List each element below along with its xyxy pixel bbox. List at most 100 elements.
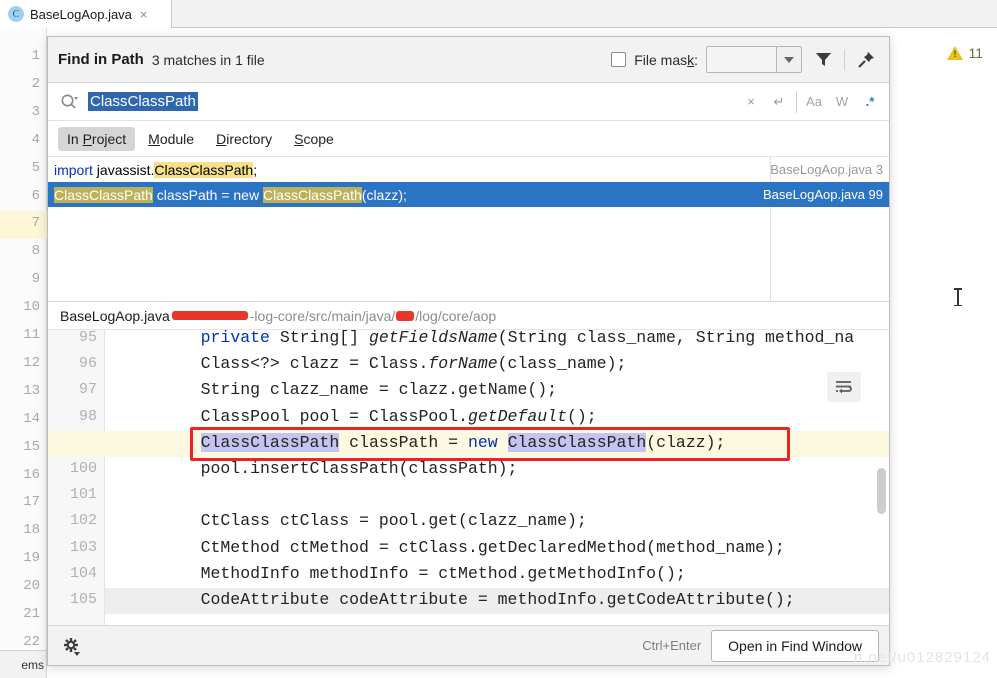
- pin-icon[interactable]: [853, 47, 879, 73]
- match-case-icon[interactable]: Aa: [803, 94, 825, 109]
- editor-line-number: 21: [23, 606, 40, 622]
- preview-line-number: 104: [69, 564, 97, 582]
- shortcut-hint: Ctrl+Enter: [642, 638, 702, 653]
- preview-line-number: 101: [69, 486, 97, 504]
- editor-line-number: 9: [31, 271, 40, 288]
- search-row: ClassClassPath × ↵ Aa W .*: [48, 83, 889, 121]
- editor-line-number: 17: [23, 494, 40, 511]
- search-input[interactable]: ClassClassPath: [88, 92, 198, 111]
- chevron-down-icon[interactable]: [776, 46, 802, 73]
- results-list[interactable]: import javassist.ClassClassPath; BaseLogA…: [48, 157, 889, 302]
- editor-line-number: 7: [31, 215, 40, 232]
- watermark: n.net/u012829124: [854, 649, 991, 666]
- editor-line-number: 1: [31, 48, 40, 64]
- gear-icon[interactable]: [58, 633, 84, 659]
- editor-line-number: 13: [23, 382, 40, 399]
- warning-count: 11: [968, 45, 983, 61]
- preview-scrollbar[interactable]: [877, 468, 886, 514]
- result-file-label: BaseLogAop.java 99: [763, 187, 883, 202]
- code-line: Class<?> clazz = Class.forName(class_nam…: [161, 354, 627, 374]
- editor-tab-baselogaop[interactable]: C BaseLogAop.java ×: [0, 0, 172, 28]
- dialog-footer: Ctrl+Enter Open in Find Window: [48, 625, 889, 665]
- file-mask-input[interactable]: [706, 46, 776, 73]
- editor-line-number: 14: [23, 410, 40, 427]
- editor-line-number: 6: [31, 187, 40, 204]
- code-line: CtMethod ctMethod = ctClass.getDeclaredM…: [161, 537, 785, 557]
- preview-line-number: 98: [78, 407, 97, 425]
- editor-line-number-gutter: 1 2 3 4 5 6 7 8 9 10 11 12 13 14 15 16 17 18 19 20 21 22: [0, 28, 47, 650]
- result-file-label: BaseLogAop.java 3: [770, 162, 883, 177]
- editor-line-number: 10: [23, 299, 40, 316]
- redaction-mark: [171, 311, 248, 320]
- code-preview[interactable]: 9596979899100101102103104105 private Str…: [48, 330, 889, 625]
- divider: [796, 90, 797, 113]
- page-title: Find in Path: [58, 51, 144, 68]
- redaction-mark: [396, 310, 415, 321]
- match-summary: 3 matches in 1 file: [151, 51, 265, 68]
- divider: [844, 48, 845, 71]
- editor-line-number: 19: [23, 550, 40, 567]
- preview-line-number-gutter: 9596979899100101102103104105: [48, 330, 105, 625]
- editor-line-number: 2: [31, 75, 40, 92]
- list-item[interactable]: import javassist.ClassClassPath; BaseLogA…: [48, 157, 889, 182]
- problems-tab-label: ems: [21, 657, 44, 672]
- tab-in-project[interactable]: In Project: [58, 126, 136, 151]
- preview-line-number: 100: [69, 460, 97, 477]
- code-line: ClassClassPath classPath = new ClassClas…: [200, 432, 726, 452]
- editor-line-number: 11: [23, 327, 40, 343]
- soft-wrap-icon[interactable]: [827, 372, 861, 402]
- code-line: pool.insertClassPath(classPath);: [161, 459, 518, 478]
- editor-line-number: 12: [23, 354, 40, 371]
- editor-line-number: 22: [23, 633, 40, 650]
- result-text: ClassClassPath classPath = new ClassClas…: [54, 186, 407, 203]
- newline-icon[interactable]: ↵: [768, 94, 790, 110]
- find-in-path-header: Find in Path 3 matches in 1 file File ma…: [48, 37, 889, 83]
- text-cursor: [954, 288, 962, 306]
- preview-line-number: 103: [69, 538, 97, 556]
- warning-triangle-icon: [947, 46, 964, 60]
- editor-line-number: 20: [23, 578, 40, 595]
- editor-line-number: 15: [23, 438, 40, 455]
- code-line: CodeAttribute codeAttribute = methodInfo…: [161, 590, 795, 609]
- editor-line-number: 16: [23, 466, 40, 483]
- code-line: private String[] getFieldsName(String cl…: [200, 330, 855, 347]
- whole-words-icon[interactable]: W: [831, 94, 853, 109]
- breadcrumb-tail: /log/core/aop: [415, 307, 497, 324]
- tab-scope[interactable]: Scope: [285, 127, 343, 151]
- editor-tab-strip: C BaseLogAop.java ×: [0, 0, 997, 28]
- code-line: CtClass ctClass = pool.get(clazz_name);: [161, 511, 587, 531]
- screen: C BaseLogAop.java × 1 2 3 4 5 6 7 8 9 10 11 12 13 14 1…: [0, 0, 997, 678]
- editor-line-number: 18: [23, 522, 40, 539]
- list-item[interactable]: ClassClassPath classPath = new ClassClas…: [48, 182, 889, 207]
- editor-line-number: 4: [31, 131, 40, 148]
- tab-module[interactable]: Module: [139, 127, 203, 151]
- result-text: import javassist.ClassClassPath;: [54, 161, 258, 178]
- search-icon[interactable]: [56, 89, 82, 115]
- tab-directory[interactable]: Directory: [207, 127, 281, 151]
- find-in-path-dialog: Find in Path 3 matches in 1 file File ma…: [47, 36, 890, 666]
- code-line: ClassPool pool = ClassPool.getDefault();: [161, 406, 597, 426]
- breadcrumb-file: BaseLogAop.java: [60, 307, 170, 324]
- breadcrumb-mid: -log-core/src/main/java/: [249, 307, 396, 324]
- filter-icon[interactable]: [810, 47, 836, 73]
- preview-line-number: 105: [69, 591, 97, 608]
- regex-icon[interactable]: .*: [859, 94, 881, 109]
- close-icon[interactable]: ×: [140, 7, 148, 22]
- java-class-icon: C: [8, 6, 24, 22]
- scope-tab-bar: In Project Module Directory Scope: [48, 121, 889, 157]
- clear-search-icon[interactable]: ×: [740, 94, 762, 109]
- preview-line-number: 95: [78, 330, 97, 346]
- preview-line-number: 102: [69, 512, 97, 530]
- file-mask-checkbox[interactable]: [611, 52, 627, 67]
- preview-line-number: 97: [78, 381, 97, 399]
- editor-tab-label: BaseLogAop.java: [30, 6, 132, 22]
- problems-tool-tab[interactable]: ems: [0, 650, 47, 678]
- editor-line-number: 3: [31, 103, 40, 120]
- file-mask-combo[interactable]: [706, 46, 802, 73]
- preview-line-number: 96: [78, 355, 97, 373]
- status-badge[interactable]: 11: [947, 45, 983, 61]
- editor-line-number: 5: [31, 159, 40, 176]
- code-line: String clazz_name = clazz.getName();: [161, 380, 558, 400]
- editor-line-number: 8: [31, 243, 40, 260]
- code-line: MethodInfo methodInfo = ctMethod.getMeth…: [161, 563, 686, 583]
